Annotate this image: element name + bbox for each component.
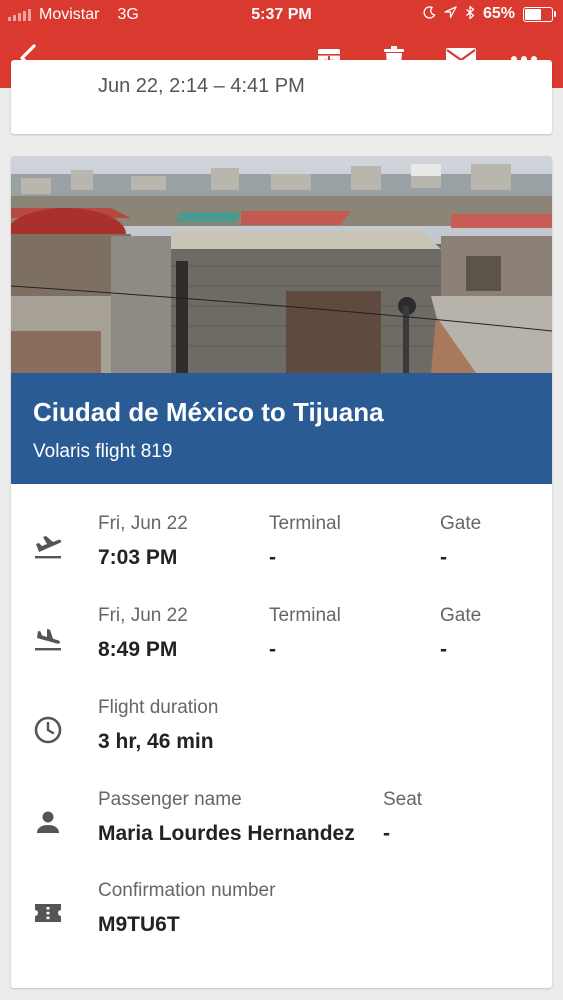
departure-terminal-label: Terminal: [269, 513, 341, 534]
duration-value: 3 hr, 46 min: [98, 730, 214, 753]
previous-card-text: Jun 22, 2:14 – 4:41 PM: [98, 75, 305, 97]
bluetooth-icon: [465, 5, 475, 23]
seat-label: Seat: [383, 789, 423, 810]
duration-label: Flight duration: [98, 697, 219, 718]
arrival-terminal-label: Terminal: [269, 605, 341, 626]
departure-terminal: -: [269, 546, 276, 569]
departure-row: Fri, Jun 22 7:03 PM Terminal - Gate -: [11, 513, 552, 593]
passenger-row: Passenger name Maria Lourdes Hernandez S…: [11, 789, 552, 869]
clock-icon: [33, 715, 63, 745]
flight-card[interactable]: Ciudad de México to Tijuana Volaris flig…: [11, 156, 552, 988]
flight-banner: Ciudad de México to Tijuana Volaris flig…: [11, 373, 552, 484]
departure-gate-label: Gate: [440, 513, 482, 534]
confirmation-row: Confirmation number M9TU6T: [11, 880, 552, 960]
flight-number: Volaris flight 819: [33, 441, 173, 462]
status-bar: Movistar 3G 5:37 PM 65%: [0, 0, 563, 30]
departure-time: 7:03 PM: [98, 546, 178, 569]
battery-icon: [523, 6, 556, 22]
arrival-terminal: -: [269, 638, 276, 661]
battery-level: [525, 8, 542, 20]
battery-percent: 65%: [482, 5, 515, 22]
passenger-label: Passenger name: [98, 789, 242, 810]
confirmation-label: Confirmation number: [98, 880, 276, 901]
flight-route-title: Ciudad de México to Tijuana: [33, 397, 384, 427]
arrival-row: Fri, Jun 22 8:49 PM Terminal - Gate -: [11, 605, 552, 685]
destination-photo: [11, 156, 552, 373]
confirmation-number[interactable]: M9TU6T: [98, 913, 180, 937]
arrival-time: 8:49 PM: [98, 638, 178, 661]
arrival-gate: -: [440, 638, 447, 661]
person-icon: [33, 807, 63, 837]
arrival-date: Fri, Jun 22: [98, 605, 188, 626]
passenger-name: Maria Lourdes Hernandez: [98, 822, 355, 845]
flight-landing-icon: [33, 623, 63, 653]
arrival-gate-label: Gate: [440, 605, 482, 626]
previous-card: Jun 22, 2:14 – 4:41 PM: [11, 60, 552, 134]
location-arrow-icon: [444, 6, 457, 22]
duration-row: Flight duration 3 hr, 46 min: [11, 697, 552, 777]
departure-gate: -: [440, 546, 447, 569]
moon-icon: [423, 6, 436, 22]
ticket-icon: [33, 898, 63, 928]
seat-value: -: [383, 822, 390, 845]
departure-date: Fri, Jun 22: [98, 513, 188, 534]
flight-takeoff-icon: [33, 531, 63, 561]
